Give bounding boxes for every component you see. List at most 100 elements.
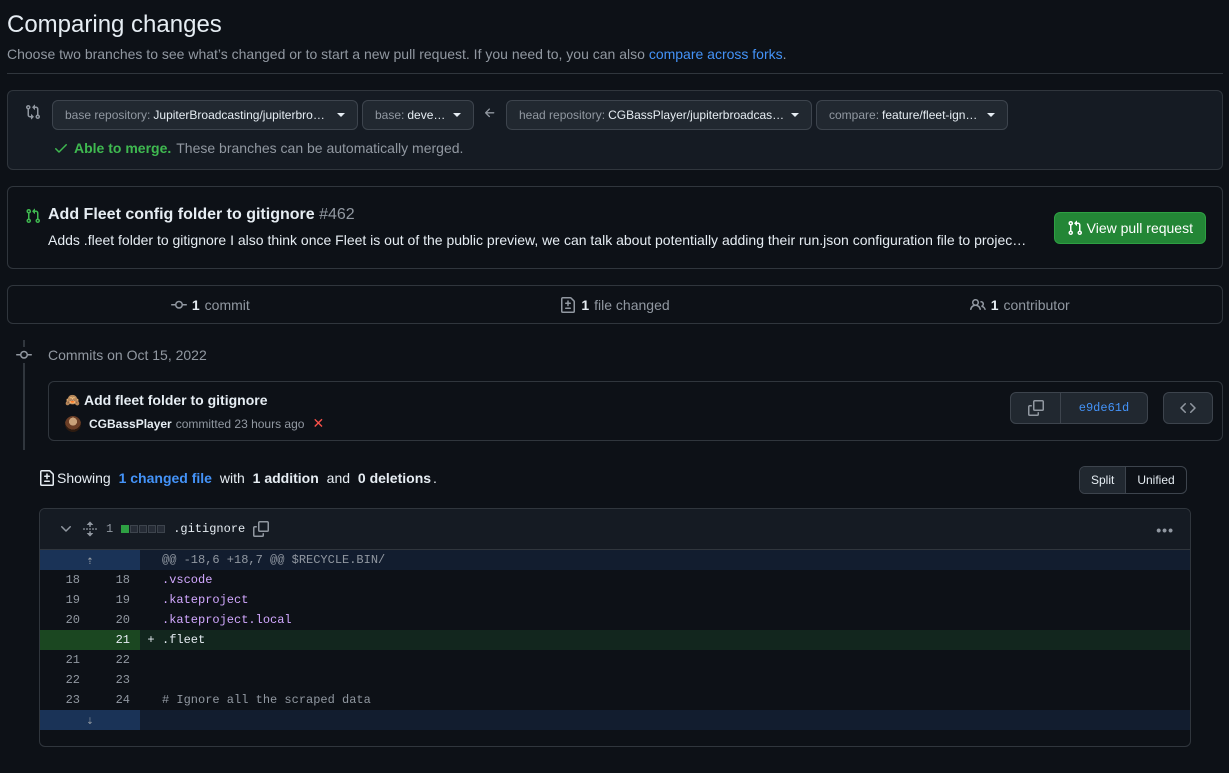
compare-value: feature/fleet-ignore bbox=[882, 108, 981, 122]
new-line-number[interactable]: 19 bbox=[90, 590, 140, 610]
commits-tab[interactable]: 1 commit bbox=[8, 286, 413, 323]
files-changed-tab[interactable]: 1 file changed bbox=[413, 286, 818, 323]
diff-view-toggle: Split Unified bbox=[1079, 466, 1187, 494]
subtitle-period: . bbox=[782, 46, 787, 62]
contributors-count: 1 bbox=[990, 296, 999, 313]
commits-date-heading: Commits on Oct 15, 2022 bbox=[48, 347, 207, 363]
code-line: # Ignore all the scraped data bbox=[162, 693, 371, 707]
old-line-number[interactable]: 18 bbox=[40, 570, 90, 590]
commits-label: commit bbox=[204, 296, 250, 313]
compare-forks-link[interactable]: compare across forks bbox=[649, 46, 783, 62]
base-value: develop bbox=[407, 108, 447, 122]
commits-count: 1 bbox=[191, 296, 200, 313]
new-line-number[interactable]: 22 bbox=[90, 650, 140, 670]
kebab-horizontal-icon[interactable]: ••• bbox=[1156, 522, 1174, 538]
old-line-number[interactable]: 20 bbox=[40, 610, 90, 630]
copy-icon bbox=[1027, 400, 1044, 416]
new-line-number[interactable]: 20 bbox=[90, 610, 140, 630]
file-name[interactable]: .gitignore bbox=[173, 522, 245, 536]
pr-description: Adds .fleet folder to gitignore I also t… bbox=[48, 232, 1027, 248]
old-line-number[interactable]: 21 bbox=[40, 650, 90, 670]
git-commit-icon bbox=[16, 347, 32, 363]
diff-line: 19 19 .kateproject bbox=[40, 590, 1190, 610]
new-line-number[interactable]: 21 bbox=[90, 630, 140, 650]
new-line-number[interactable]: 24 bbox=[90, 690, 140, 710]
hunk-header: @@ -18,6 +18,7 @@ $RECYCLE.BIN/ bbox=[140, 550, 1190, 570]
expand-up-icon[interactable]: ⇡ bbox=[40, 550, 140, 570]
x-icon[interactable]: ✕ bbox=[312, 415, 324, 432]
diff-line: 18 18 .vscode bbox=[40, 570, 1190, 590]
split-view-button[interactable]: Split bbox=[1080, 467, 1127, 493]
diff-sign bbox=[140, 610, 162, 630]
pr-title[interactable]: Add Fleet config folder to gitignore #46… bbox=[48, 206, 355, 224]
view-pr-label: View pull request bbox=[1086, 220, 1193, 236]
changed-files-link[interactable]: 1 changed file bbox=[119, 470, 212, 486]
commit-message[interactable]: 🙈 Add fleet folder to gitignore bbox=[65, 392, 268, 408]
new-line-number[interactable]: 18 bbox=[90, 570, 140, 590]
file-header: 1 .gitignore ••• bbox=[40, 509, 1190, 550]
contributors-tab[interactable]: 1 contributor bbox=[817, 286, 1222, 323]
expand-row-filler bbox=[140, 710, 1190, 730]
file-diff: 1 .gitignore ••• ⇡ @@ -18,6 +18,7 @@ $RE… bbox=[39, 508, 1191, 747]
base-repo-label: base repository: bbox=[65, 108, 151, 122]
commit-message-text: Add fleet folder to gitignore bbox=[83, 392, 268, 408]
diff-line-added: 21 + .fleet bbox=[40, 630, 1190, 650]
expand-row: ⇣ bbox=[40, 710, 1190, 730]
files-count: 1 bbox=[581, 296, 590, 313]
diff-sign bbox=[140, 650, 162, 670]
git-pull-request-icon bbox=[1068, 220, 1082, 236]
code-line: .kateproject bbox=[162, 593, 249, 607]
unified-view-button[interactable]: Unified bbox=[1126, 467, 1185, 493]
avatar[interactable] bbox=[65, 415, 81, 432]
code-line: .kateproject.local bbox=[162, 613, 292, 627]
compare-branch-select[interactable]: compare: feature/fleet-ignore bbox=[816, 100, 1008, 130]
base-repo-value: JupiterBroadcasting/jupiterbroa… bbox=[153, 108, 331, 122]
pr-title-text: Add Fleet config folder to gitignore bbox=[48, 206, 315, 223]
view-pull-request-button[interactable]: View pull request bbox=[1053, 212, 1206, 244]
with-text: with bbox=[219, 470, 245, 486]
old-line-number[interactable] bbox=[40, 630, 90, 650]
hunk-header-row: ⇡ @@ -18,6 +18,7 @@ $RECYCLE.BIN/ bbox=[40, 550, 1190, 570]
git-pull-request-icon bbox=[26, 208, 41, 224]
commit-time: committed 23 hours ago bbox=[175, 416, 305, 431]
caret-down-icon bbox=[337, 113, 345, 117]
diff-sign bbox=[140, 670, 162, 690]
head-repository-select[interactable]: head repository: CGBassPlayer/jupiterbroa… bbox=[506, 100, 812, 130]
merge-ok-text: Able to merge. bbox=[74, 140, 172, 156]
contributors-label: contributor bbox=[1003, 296, 1070, 313]
page-subtitle: Choose two branches to see what’s change… bbox=[7, 46, 787, 62]
commit-list-item: 🙈 Add fleet folder to gitignore CGBassPl… bbox=[48, 381, 1223, 441]
browse-files-button[interactable] bbox=[1163, 392, 1213, 424]
code-line bbox=[162, 670, 1190, 690]
copy-icon[interactable] bbox=[253, 521, 270, 537]
new-line-number[interactable]: 23 bbox=[90, 670, 140, 690]
chevron-down-icon[interactable] bbox=[58, 521, 74, 537]
old-line-number[interactable]: 23 bbox=[40, 690, 90, 710]
check-icon bbox=[55, 144, 67, 153]
commit-sha-link[interactable]: e9de61d bbox=[1061, 393, 1147, 423]
showing-text: Showing bbox=[57, 470, 111, 486]
old-line-number[interactable]: 22 bbox=[40, 670, 90, 690]
diff-line: 20 20 .kateproject.local bbox=[40, 610, 1190, 630]
copy-sha-button[interactable] bbox=[1011, 393, 1061, 423]
existing-pull-request: Add Fleet config folder to gitignore #46… bbox=[7, 186, 1223, 269]
file-change-count: 1 bbox=[106, 522, 114, 536]
code-icon bbox=[1180, 402, 1196, 414]
commit-author[interactable]: CGBassPlayer bbox=[89, 417, 172, 431]
caret-down-icon bbox=[987, 113, 995, 117]
code-line: .fleet bbox=[162, 630, 1190, 650]
subtitle-text: Choose two branches to see what’s change… bbox=[7, 46, 645, 62]
merge-status: Able to merge. These branches can be aut… bbox=[53, 140, 463, 156]
base-repository-select[interactable]: base repository: JupiterBroadcasting/jupi… bbox=[52, 100, 358, 130]
old-line-number[interactable]: 19 bbox=[40, 590, 90, 610]
expand-down-icon[interactable]: ⇣ bbox=[40, 710, 140, 730]
base-branch-select[interactable]: base: develop bbox=[362, 100, 474, 130]
and-text: and bbox=[326, 470, 351, 486]
summary-period: . bbox=[433, 470, 437, 486]
code-line bbox=[162, 650, 1190, 670]
file-diff-icon bbox=[561, 296, 576, 313]
unfold-icon[interactable] bbox=[82, 521, 98, 537]
head-repo-value: CGBassPlayer/jupiterbroadcast… bbox=[608, 108, 785, 122]
diff-sign bbox=[140, 690, 162, 710]
emoji-icon: 🙈 bbox=[65, 393, 80, 407]
